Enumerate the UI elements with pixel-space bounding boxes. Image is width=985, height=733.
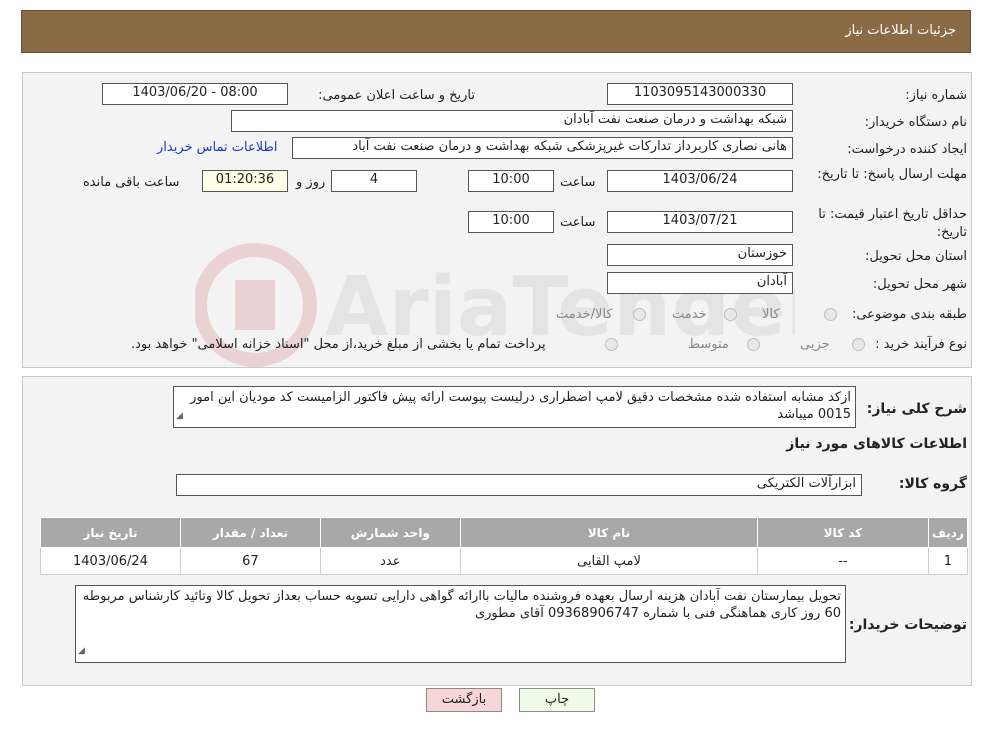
creator-field: هانی نصاری کاربرداز تدارکات غیرپزشکی شبک… bbox=[292, 137, 793, 159]
page-title: جزئیات اطلاعات نیاز bbox=[845, 23, 956, 38]
buyer-org-label: نام دستگاه خریدار: bbox=[864, 115, 967, 130]
goods-info-title: اطلاعات کالاهای مورد نیاز bbox=[786, 436, 967, 452]
goods-table-header: ردیف کد کالا نام کالا واحد شمارش تعداد /… bbox=[40, 517, 969, 548]
category-option-goods: کالا bbox=[762, 307, 780, 322]
goods-table: ردیف کد کالا نام کالا واحد شمارش تعداد /… bbox=[40, 517, 969, 575]
buyer-notes-textarea[interactable]: تحویل بیمارستان نفت آبادان هزینه ارسال ب… bbox=[75, 585, 846, 663]
announce-datetime-field: 1403/06/20 - 08:00 bbox=[102, 83, 288, 105]
col-quantity: تعداد / مقدار bbox=[179, 517, 321, 548]
process-label: نوع فرآیند خرید : bbox=[875, 337, 967, 352]
resize-grip-icon[interactable]: ◢ bbox=[176, 408, 183, 425]
resize-grip-icon[interactable]: ◢ bbox=[78, 643, 85, 660]
treasury-checkbox[interactable] bbox=[605, 338, 618, 351]
col-name: نام کالا bbox=[459, 517, 759, 548]
col-unit: واحد شمارش bbox=[319, 517, 461, 548]
buyer-org-field: شبکه بهداشت و درمان صنعت نفت آبادان bbox=[231, 110, 793, 132]
category-label: طبقه بندی موضوعی: bbox=[851, 307, 967, 322]
remaining-label: ساعت باقی مانده bbox=[83, 175, 180, 190]
cell-row: 1 bbox=[927, 547, 969, 575]
province-label: استان محل تحویل: bbox=[865, 249, 967, 264]
price-validity-hour-label: ساعت bbox=[560, 215, 596, 230]
treasury-note: پرداخت تمام یا بخشی از مبلغ خرید،از محل … bbox=[131, 337, 546, 352]
print-button[interactable]: چاپ bbox=[519, 688, 595, 712]
buyer-contact-link[interactable]: اطلاعات تماس خریدار bbox=[157, 140, 277, 155]
process-option-medium: متوسط bbox=[688, 337, 729, 352]
deadline-time-field: 10:00 bbox=[468, 170, 554, 192]
process-radio-minor[interactable] bbox=[852, 338, 865, 351]
deadline-hour-label: ساعت bbox=[560, 175, 596, 190]
process-option-minor: جزیی bbox=[800, 337, 830, 352]
days-label: روز و bbox=[296, 175, 326, 190]
cell-unit: عدد bbox=[319, 547, 461, 575]
days-remaining-field: 4 bbox=[331, 170, 417, 192]
city-label: شهر محل تحویل: bbox=[872, 277, 967, 292]
deadline-label: مهلت ارسال پاسخ: تا تاریخ: bbox=[817, 167, 967, 182]
col-row: ردیف bbox=[927, 517, 969, 548]
category-option-goods-service: کالا/خدمت bbox=[556, 307, 613, 322]
col-code: کد کالا bbox=[757, 517, 929, 548]
cell-quantity: 67 bbox=[179, 547, 321, 575]
summary-textarea[interactable]: ازکد مشابه استفاده شده مشخصات دقیق لامپ … bbox=[173, 386, 856, 428]
category-radio-goods[interactable] bbox=[824, 308, 837, 321]
summary-label: شرح کلی نیاز: bbox=[866, 401, 967, 417]
remaining-time-field: 01:20:36 bbox=[202, 170, 288, 192]
goods-group-field: ابزارآلات الکتریکی bbox=[176, 474, 862, 496]
process-radio-medium[interactable] bbox=[747, 338, 760, 351]
summary-text: ازکد مشابه استفاده شده مشخصات دقیق لامپ … bbox=[190, 390, 851, 422]
col-need-date: تاریخ نیاز bbox=[40, 517, 181, 548]
price-validity-label: حداقل تاریخ اعتبار قیمت: تا تاریخ: bbox=[818, 207, 967, 240]
need-number-field: 1103095143000330 bbox=[607, 83, 793, 105]
buyer-notes-text: تحویل بیمارستان نفت آبادان هزینه ارسال ب… bbox=[82, 589, 841, 621]
cell-need-date: 1403/06/24 bbox=[40, 547, 181, 575]
price-validity-date-field: 1403/07/21 bbox=[607, 211, 793, 233]
table-row: 1 -- لامپ القایی عدد 67 1403/06/24 bbox=[40, 547, 969, 575]
deadline-date-field: 1403/06/24 bbox=[607, 170, 793, 192]
category-radio-service[interactable] bbox=[724, 308, 737, 321]
province-field: خوزستان bbox=[607, 244, 793, 266]
creator-label: ایجاد کننده درخواست: bbox=[847, 142, 967, 157]
category-option-service: خدمت bbox=[672, 307, 707, 322]
announce-datetime-label: تاریخ و ساعت اعلان عمومی: bbox=[318, 88, 475, 103]
city-field: آبادان bbox=[607, 272, 793, 294]
need-number-label: شماره نیاز: bbox=[905, 88, 967, 103]
category-radio-goods-service[interactable] bbox=[633, 308, 646, 321]
page-header: جزئیات اطلاعات نیاز bbox=[21, 10, 971, 53]
back-button[interactable]: بازگشت bbox=[426, 688, 502, 712]
buyer-notes-label: توضیحات خریدار: bbox=[848, 617, 967, 633]
cell-code: -- bbox=[757, 547, 929, 575]
goods-group-label: گروه کالا: bbox=[898, 476, 967, 492]
cell-name: لامپ القایی bbox=[459, 547, 759, 575]
price-validity-time-field: 10:00 bbox=[468, 211, 554, 233]
